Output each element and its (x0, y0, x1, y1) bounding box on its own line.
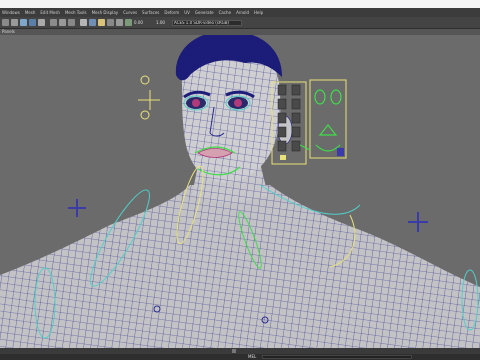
gamma-value[interactable]: 1.00 (156, 20, 165, 26)
exposure-value[interactable]: 0.00 (134, 20, 143, 26)
head-locator[interactable] (138, 75, 160, 120)
paint-icon[interactable] (20, 19, 27, 26)
menu-item-generate[interactable]: Generate (195, 8, 214, 17)
locator-left[interactable] (68, 199, 86, 217)
maya-window: Windows Mesh Edit Mesh Mesh Tools Mesh D… (0, 0, 480, 360)
head-mesh[interactable] (175, 35, 293, 183)
command-line: MEL (0, 354, 480, 360)
grid-icon[interactable] (68, 19, 75, 26)
menu-item-curves[interactable]: Curves (123, 8, 137, 17)
menu-item-cache[interactable]: Cache (219, 8, 231, 17)
command-language-label[interactable]: MEL (248, 354, 256, 360)
eye-right[interactable] (225, 95, 251, 111)
lasso-icon[interactable] (11, 19, 18, 26)
isolate-icon[interactable] (125, 19, 132, 26)
locator-right[interactable] (408, 212, 428, 232)
select-icon[interactable] (2, 19, 9, 26)
move-icon[interactable] (29, 19, 36, 26)
face-gui-control[interactable] (299, 79, 347, 159)
scale-icon[interactable] (50, 19, 57, 26)
viewport-canvas[interactable] (0, 35, 480, 348)
body-mesh[interactable] (0, 185, 480, 348)
menu-item-surfaces[interactable]: Surfaces (142, 8, 159, 17)
menu-item-help[interactable]: Help (254, 8, 263, 17)
wireframe-icon[interactable] (89, 19, 96, 26)
shadow-icon[interactable] (107, 19, 114, 26)
rotate-icon[interactable] (38, 19, 45, 26)
menu-item-mesh-display[interactable]: Mesh Display (92, 8, 119, 17)
shading-icon[interactable] (80, 19, 87, 26)
colorspace-field[interactable]: ACES 1.0 SDR-video (sRGB) (172, 20, 242, 26)
menu-item-mesh-tools[interactable]: Mesh Tools (65, 8, 87, 17)
lighting-icon[interactable] (98, 19, 105, 26)
menu-item-windows[interactable]: Windows (2, 8, 20, 17)
3d-viewport[interactable] (0, 35, 480, 348)
xray-icon[interactable] (116, 19, 123, 26)
menu-item-mesh[interactable]: Mesh (25, 8, 36, 17)
menu-item-uv[interactable]: UV (184, 8, 190, 17)
command-input[interactable] (262, 355, 412, 359)
eye-left[interactable] (183, 95, 209, 111)
window-top-strip (0, 0, 480, 8)
main-menu-bar: Windows Mesh Edit Mesh Mesh Tools Mesh D… (0, 8, 480, 17)
menu-item-deform[interactable]: Deform (164, 8, 179, 17)
menu-item-edit-mesh[interactable]: Edit Mesh (40, 8, 60, 17)
viewport-toolbar: 0.00 1.00 ACES 1.0 SDR-video (sRGB) (0, 17, 480, 29)
menu-item-arnold[interactable]: Arnold (236, 8, 249, 17)
camera-icon[interactable] (59, 19, 66, 26)
status-icon[interactable] (232, 349, 236, 353)
